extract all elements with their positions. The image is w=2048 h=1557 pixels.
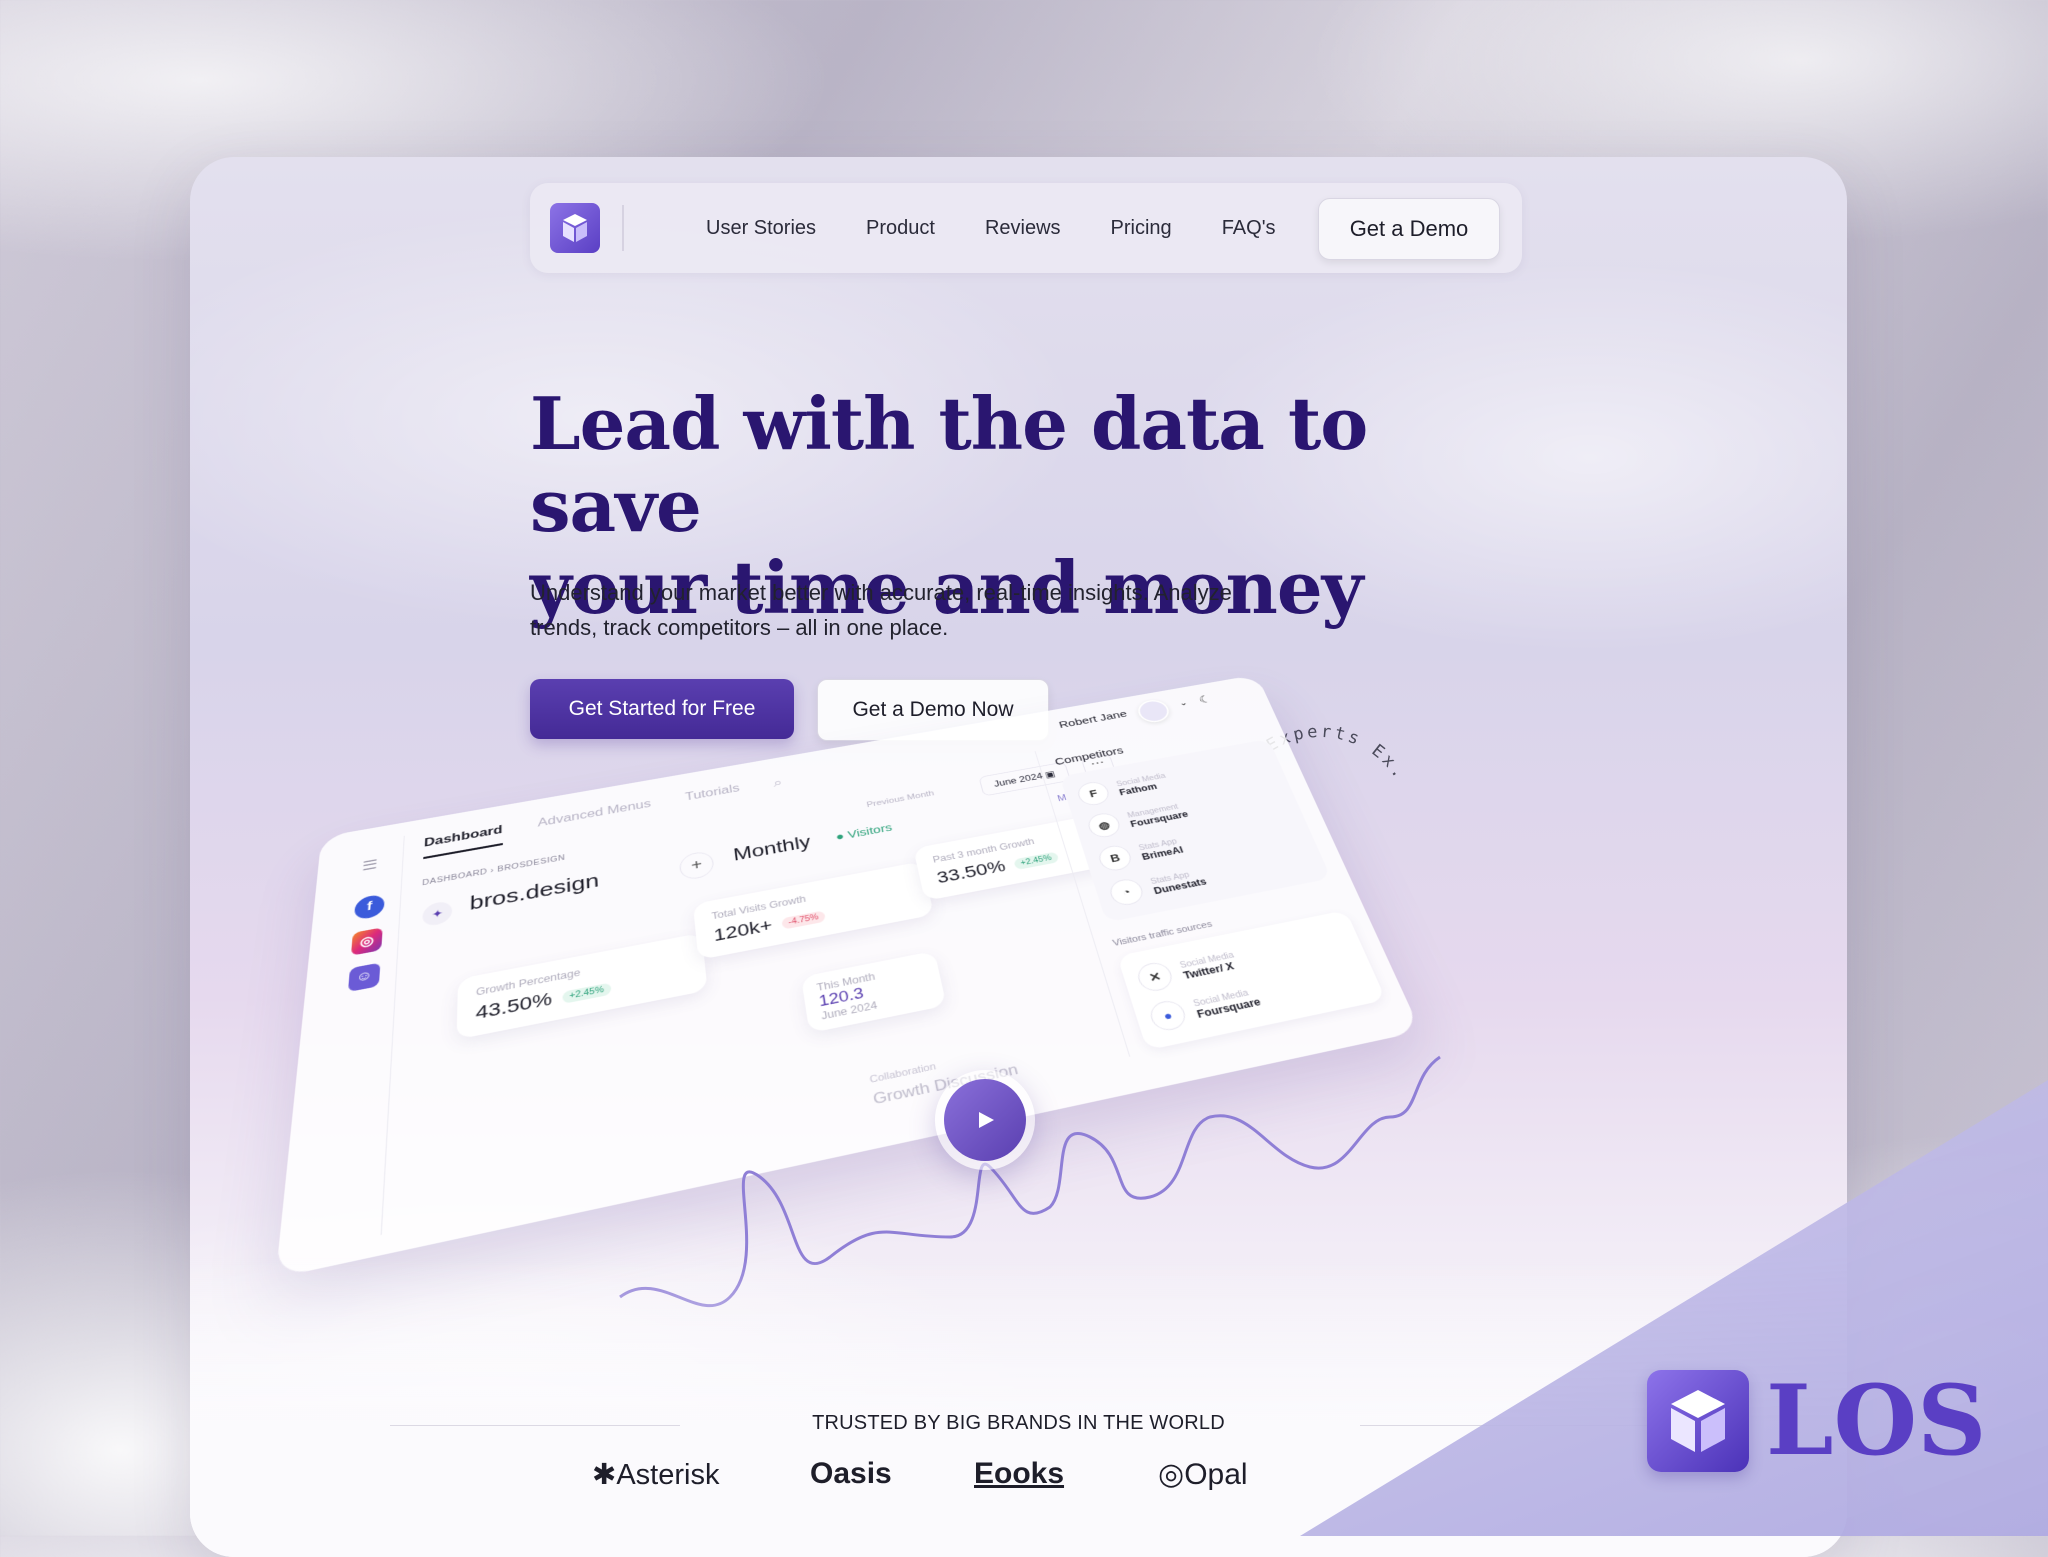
competitors-panel: Competitors F Social Media Fathom ◍ Manag… [1034,711,1388,1057]
discord-icon[interactable]: ☺ [347,962,381,993]
dashboard-tabs: Dashboard Advanced Menus Tutorials ⌕ [423,775,784,860]
play-icon [944,1079,1026,1161]
tab-advanced-menus[interactable]: Advanced Menus [538,798,652,839]
los-wordmark: LOS [1766,1364,1987,1477]
menu-icon[interactable]: ☰ [361,857,379,875]
tab-tutorials[interactable]: Tutorials [685,783,742,813]
site-name[interactable]: bros.design [469,869,599,915]
globe-icon: ◍ [1085,811,1123,840]
avatar[interactable] [1134,698,1173,725]
brand-asterisk: ✱Asterisk [592,1457,719,1492]
add-site-button[interactable]: + [678,849,715,882]
los-cube-logo-icon [1647,1370,1749,1472]
x-icon: ✕ [1134,960,1176,994]
dune-icon: ◔ [1107,876,1147,908]
visitors-badge: ● Visitors [834,821,894,844]
search-icon[interactable]: ⌕ [772,775,784,796]
landing-page-frame: User Stories Product Reviews Pricing FAQ… [190,157,1847,1557]
moon-icon[interactable]: ☾ [1197,693,1213,707]
visitors-label: Visitors [846,821,894,842]
brand-opal: ◎Opal [1158,1457,1248,1492]
dashboard-card: ☰ f ◎ ☺ Dashboard Advanced Menus Tutoria… [275,674,1421,1278]
chevron-down-icon[interactable]: ⌄ [1177,698,1188,708]
card-badge: +2.45% [1012,851,1060,870]
card-badge: +2.45% [562,982,612,1004]
play-video-button[interactable] [935,1070,1035,1170]
opal-icon: ◎ [1158,1458,1185,1491]
sparkle-icon: ✦ [422,899,453,928]
total-visits-card[interactable]: Total Visits Growth 120k+ -4.75% [692,861,934,960]
brand-name: Asterisk [616,1459,720,1491]
dashboard-sidebar: ☰ f ◎ ☺ [298,835,405,1253]
growth-percentage-card[interactable]: Growth Percentage 43.50% +2.45% [456,932,708,1040]
brand-name: Opal [1184,1458,1248,1491]
competitors-list: F Social Media Fathom ◍ Management Foursqu… [1059,738,1332,923]
asterisk-icon: ✱ [592,1459,617,1491]
brime-icon: B [1096,843,1135,873]
user-name[interactable]: Robert Jane [1058,709,1129,731]
foursquare-icon: ● [1146,998,1190,1034]
fathom-icon: F [1075,779,1112,808]
card-badge: -4.75% [780,910,827,930]
brand-oasis: Oasis [810,1457,892,1490]
date-value: June 2024 [992,771,1044,789]
tab-dashboard[interactable]: Dashboard [423,824,503,860]
chart-tooltip: This Month 120.3 June 2024 [801,950,947,1034]
instagram-icon[interactable]: ◎ [350,927,383,956]
period-label: Monthly [732,832,812,865]
facebook-icon[interactable]: f [353,893,386,921]
brand-eooks: Eooks [974,1457,1065,1490]
previous-month-label: Previous Month [865,789,935,810]
